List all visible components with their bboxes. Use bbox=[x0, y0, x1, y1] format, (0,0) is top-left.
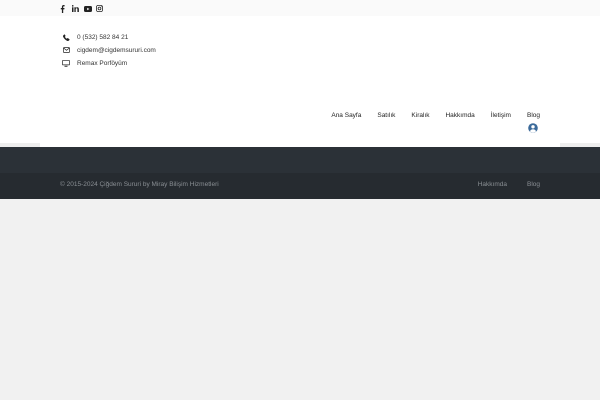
contact-portfolio[interactable]: Remax Porföyüm bbox=[60, 57, 127, 69]
nav-item-kiralik[interactable]: Kiralık bbox=[411, 112, 429, 119]
contact-email[interactable]: cigdem@cigdemsururi.com bbox=[60, 44, 156, 56]
nav-item-blog[interactable]: Blog bbox=[527, 112, 540, 119]
footer-link-blog[interactable]: Blog bbox=[527, 181, 540, 188]
phone-icon bbox=[60, 31, 72, 43]
linkedin-icon[interactable] bbox=[72, 4, 84, 13]
nav-item-ana-sayfa[interactable]: Ana Sayfa bbox=[331, 112, 361, 119]
nav-item-iletisim[interactable]: İletişim bbox=[491, 112, 511, 119]
page-background bbox=[0, 199, 600, 400]
top-strip bbox=[0, 0, 600, 16]
email-address: cigdem@cigdemsururi.com bbox=[77, 46, 156, 54]
footer-top-band bbox=[0, 147, 600, 173]
envelope-icon bbox=[60, 44, 72, 56]
user-account-button[interactable] bbox=[528, 120, 538, 133]
youtube-icon[interactable] bbox=[84, 4, 96, 13]
social-links bbox=[60, 4, 108, 13]
desktop-icon bbox=[60, 57, 72, 69]
nav-item-hakkimda[interactable]: Hakkımda bbox=[445, 112, 474, 119]
main-nav: Ana Sayfa Satılık Kiralık Hakkımda İleti… bbox=[331, 109, 540, 121]
site-footer: © 2015-2024 Çiğdem Sururi by Miray Biliş… bbox=[0, 173, 600, 199]
contact-phone[interactable]: 0 (532) 582 84 21 bbox=[60, 31, 128, 43]
footer-link-hakkimda[interactable]: Hakkımda bbox=[478, 181, 507, 188]
facebook-icon[interactable] bbox=[60, 4, 72, 13]
footer-links: Hakkımda Blog bbox=[478, 181, 540, 188]
instagram-icon[interactable] bbox=[96, 4, 108, 13]
portfolio-link: Remax Porföyüm bbox=[77, 59, 128, 67]
phone-number: 0 (532) 582 84 21 bbox=[77, 33, 129, 41]
nav-item-satilik[interactable]: Satılık bbox=[377, 112, 395, 119]
copyright-text: © 2015-2024 Çiğdem Sururi by Miray Biliş… bbox=[60, 181, 219, 188]
site-header: 0 (532) 582 84 21 cigdem@cigdemsururi.co… bbox=[0, 16, 600, 143]
user-circle-icon bbox=[528, 123, 538, 133]
